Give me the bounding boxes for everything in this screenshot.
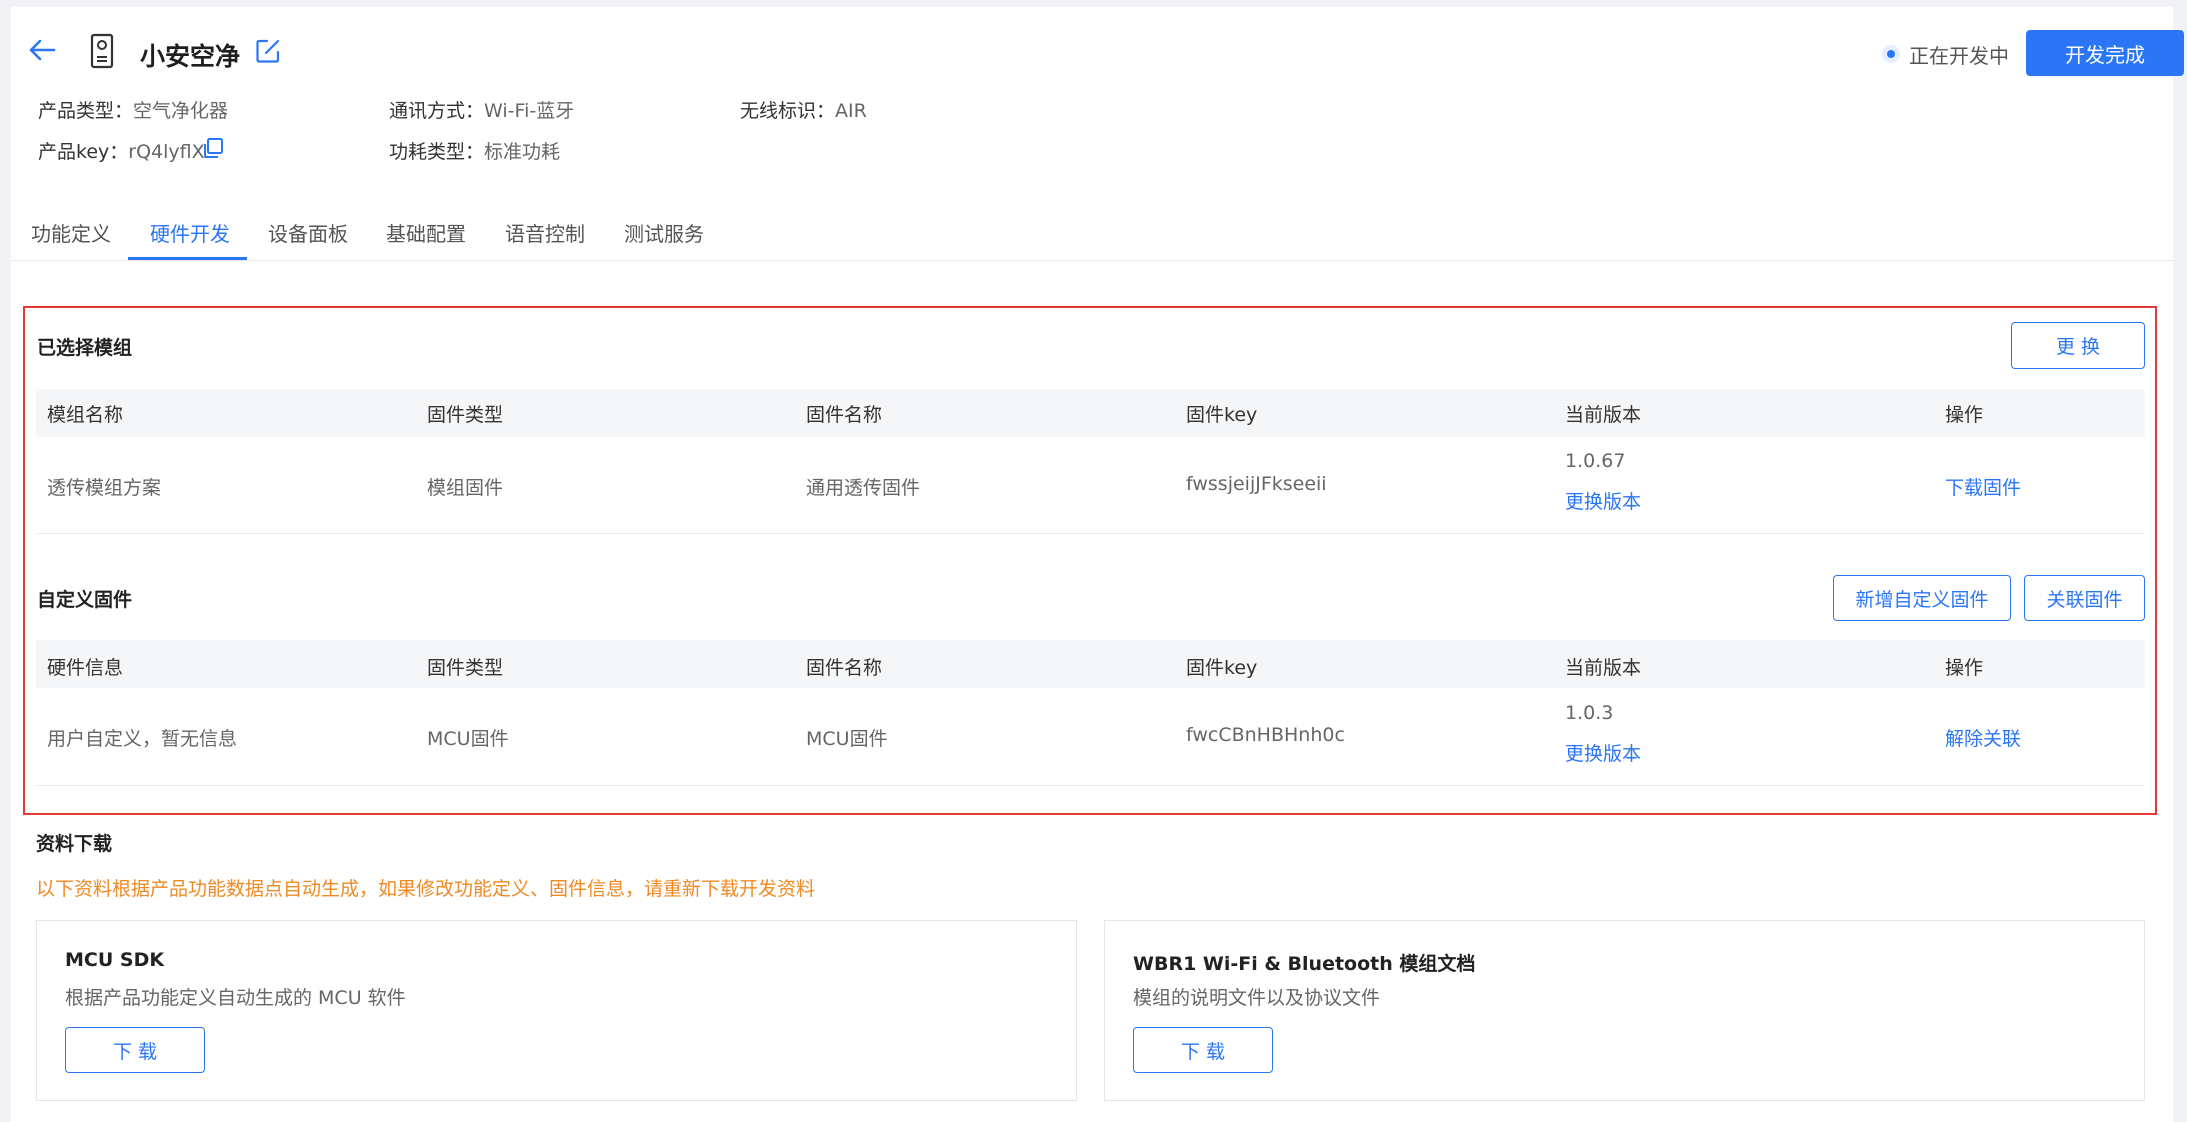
- product-key-value: rQ4lyflX: [128, 141, 205, 163]
- module-name-cell: 透传模组方案: [47, 477, 162, 499]
- firmware-key-cell: fwcCBnHBHnh0c: [1186, 724, 1345, 746]
- highlight-frame: [23, 306, 2157, 815]
- firmware-type-cell: 模组固件: [427, 477, 504, 499]
- download-card-mcu-sdk: MCU SDK 根据产品功能定义自动生成的 MCU 软件 下 载: [36, 920, 1077, 1101]
- download-module-docs-button[interactable]: 下 载: [1133, 1027, 1273, 1073]
- selected-module-table-header: [36, 389, 2145, 437]
- wireless-label: 无线标识：: [740, 100, 836, 122]
- edit-icon[interactable]: [254, 37, 282, 65]
- row-divider: [36, 533, 2145, 534]
- download-card-description: 根据产品功能定义自动生成的 MCU 软件: [65, 987, 406, 1009]
- tab-basic-config[interactable]: 基础配置: [386, 218, 466, 247]
- product-type-meta: 产品类型：空气净化器: [38, 96, 228, 123]
- tabs-divider: [11, 260, 2173, 261]
- download-firmware-link[interactable]: 下载固件: [1945, 473, 2021, 500]
- download-card-title: MCU SDK: [65, 949, 165, 971]
- change-version-link[interactable]: 更换版本: [1565, 487, 1641, 514]
- page-title: 小安空净: [140, 42, 241, 71]
- comm-value: Wi-Fi-蓝牙: [484, 100, 575, 122]
- active-tab-indicator: [128, 257, 247, 260]
- comm-label: 通讯方式：: [389, 100, 485, 122]
- power-value: 标准功耗: [484, 141, 561, 163]
- column-header: 操作: [1945, 657, 1984, 679]
- tab-voice-control[interactable]: 语音控制: [505, 218, 585, 247]
- firmware-key-cell: fwssjeijJFkseeii: [1186, 473, 1327, 495]
- column-header: 当前版本: [1565, 657, 1642, 679]
- wireless-value: AIR: [835, 100, 867, 122]
- product-key-meta: 产品key：rQ4lyflX: [38, 137, 205, 164]
- copy-icon[interactable]: [202, 137, 224, 159]
- column-header: 固件类型: [427, 404, 504, 426]
- product-key-label: 产品key：: [38, 141, 129, 163]
- firmware-name-cell: MCU固件: [806, 728, 888, 750]
- power-meta: 功耗类型：标准功耗: [389, 137, 560, 164]
- link-firmware-button[interactable]: 关联固件: [2024, 575, 2145, 621]
- finish-development-button[interactable]: 开发完成: [2026, 30, 2184, 76]
- comm-meta: 通讯方式：Wi-Fi-蓝牙: [389, 96, 574, 123]
- hardware-info-cell: 用户自定义，暂无信息: [47, 728, 238, 750]
- column-header: 固件名称: [806, 657, 883, 679]
- column-header: 固件类型: [427, 657, 504, 679]
- tab-function-definition[interactable]: 功能定义: [31, 218, 111, 247]
- power-label: 功耗类型：: [389, 141, 485, 163]
- download-card-description: 模组的说明文件以及协议文件: [1133, 987, 1381, 1009]
- status-indicator: [1882, 45, 1900, 63]
- download-card-title: WBR1 Wi-Fi & Bluetooth 模组文档: [1133, 953, 1476, 975]
- custom-firmware-title: 自定义固件: [37, 589, 133, 611]
- add-custom-firmware-button[interactable]: 新增自定义固件: [1833, 575, 2011, 621]
- column-header: 固件名称: [806, 404, 883, 426]
- tab-hardware-development[interactable]: 硬件开发: [150, 218, 230, 247]
- downloads-notice: 以下资料根据产品功能数据点自动生成，如果修改功能定义、固件信息，请重新下载开发资…: [36, 878, 816, 900]
- column-header: 硬件信息: [47, 657, 124, 679]
- column-header: 固件key: [1186, 404, 1258, 426]
- unlink-firmware-link[interactable]: 解除关联: [1945, 724, 2021, 751]
- tab-test-service[interactable]: 测试服务: [624, 218, 704, 247]
- tab-device-panel[interactable]: 设备面板: [268, 218, 348, 247]
- product-type-label: 产品类型：: [38, 100, 134, 122]
- product-type-value: 空气净化器: [133, 100, 229, 122]
- current-version-cell: 1.0.3: [1565, 702, 1614, 724]
- wireless-meta: 无线标识：AIR: [740, 96, 867, 123]
- firmware-type-cell: MCU固件: [427, 728, 509, 750]
- download-mcu-sdk-button[interactable]: 下 载: [65, 1027, 205, 1073]
- column-header: 当前版本: [1565, 404, 1642, 426]
- column-header: 模组名称: [47, 404, 124, 426]
- device-icon: [90, 33, 114, 69]
- back-arrow-icon[interactable]: [26, 34, 58, 66]
- custom-firmware-table-header: [36, 640, 2145, 688]
- row-divider: [36, 785, 2145, 786]
- change-version-link[interactable]: 更换版本: [1565, 739, 1641, 766]
- selected-module-title: 已选择模组: [37, 337, 133, 359]
- downloads-title: 资料下载: [36, 833, 113, 855]
- current-version-cell: 1.0.67: [1565, 450, 1626, 472]
- firmware-name-cell: 通用透传固件: [806, 477, 921, 499]
- column-header: 固件key: [1186, 657, 1258, 679]
- download-card-module-docs: WBR1 Wi-Fi & Bluetooth 模组文档 模组的说明文件以及协议文…: [1104, 920, 2145, 1101]
- column-header: 操作: [1945, 404, 1984, 426]
- change-module-button[interactable]: 更 换: [2011, 322, 2145, 369]
- status-text: 正在开发中: [1909, 44, 2009, 68]
